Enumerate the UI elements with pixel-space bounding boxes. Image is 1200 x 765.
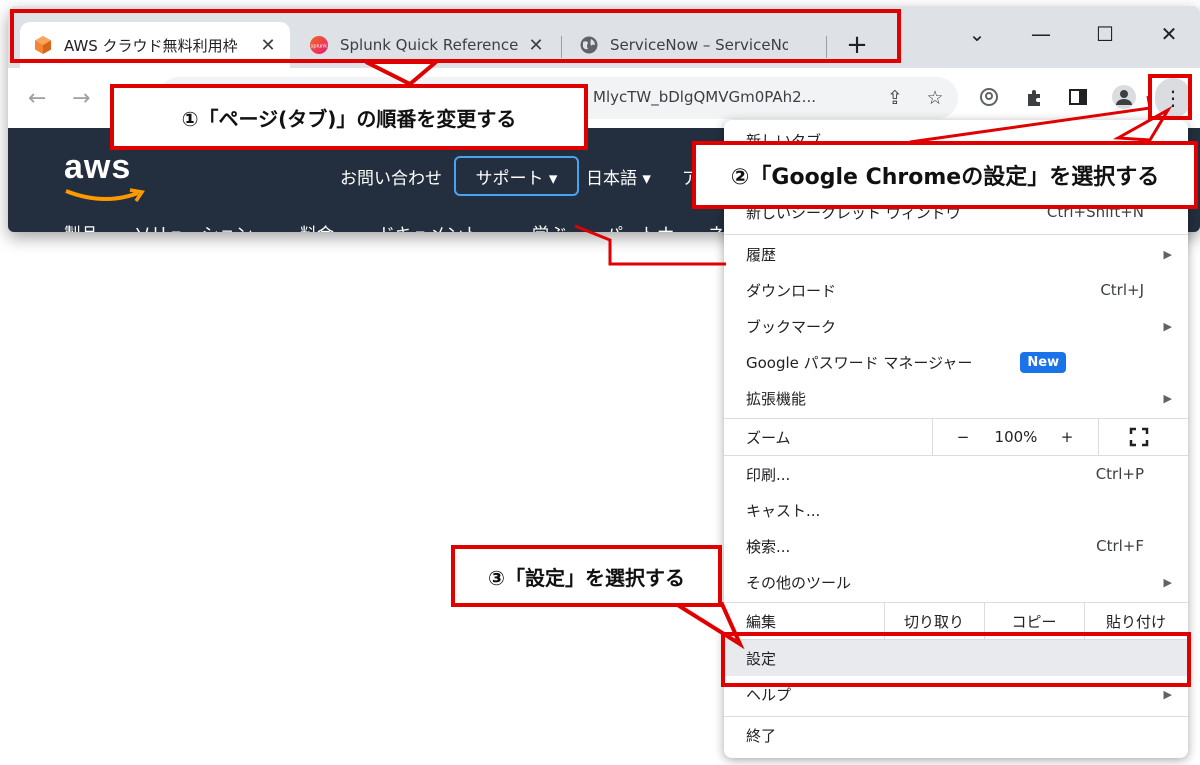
callout-step2: ②「Google Chromeの設定」を選択する xyxy=(692,141,1198,209)
highlight-settings-item xyxy=(721,632,1191,687)
callout-step3: ③「設定」を選択する xyxy=(451,545,722,607)
screenshot-stage: AWS クラウド無料利用枠 ✕ splunk Splunk Quick Refe… xyxy=(0,0,1200,765)
highlight-menu-button xyxy=(1148,74,1192,120)
callout-step1: ①「ページ(タブ)」の順番を変更する xyxy=(110,84,588,150)
highlight-tab-strip xyxy=(10,9,901,63)
